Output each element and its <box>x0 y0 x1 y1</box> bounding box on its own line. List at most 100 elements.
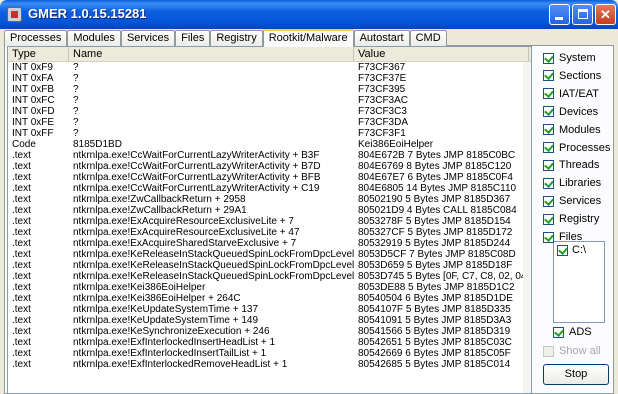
cell-type: .text <box>12 194 31 205</box>
tab-rootkit-malware[interactable]: Rootkit/Malware <box>262 29 354 47</box>
ads-checkbox-box[interactable] <box>553 326 564 338</box>
drives-list[interactable]: C:\ <box>553 241 605 323</box>
option-threads[interactable]: Threads <box>543 158 599 172</box>
table-row[interactable]: .text ntkrnlpa.exe!ExAcquireResourceExclu… <box>8 227 531 238</box>
table-row[interactable]: .text ntkrnlpa.exe!KeSynchronizeExecution… <box>8 326 531 337</box>
option-modules[interactable]: Modules <box>543 123 601 137</box>
table-row[interactable]: .text ntkrnlpa.exe!KeReleaseInStackQueued… <box>8 249 531 260</box>
cell-type: .text <box>12 348 31 359</box>
cell-value: 804E672B 7 Bytes JMP 8185C0BC <box>358 150 516 161</box>
column-header-value[interactable]: Value <box>354 47 529 61</box>
column-header-type[interactable]: Type <box>8 47 69 61</box>
table-row[interactable]: INT 0xFB? F73CF395 <box>8 84 531 95</box>
option-processes[interactable]: Processes <box>543 141 610 155</box>
table-row[interactable]: .text ntkrnlpa.exe!Kei386EoiHelper + 264C… <box>8 293 531 304</box>
option-checkbox[interactable] <box>543 231 554 243</box>
option-checkbox[interactable] <box>543 142 554 153</box>
option-label: Devices <box>559 105 599 118</box>
option-checkbox[interactable] <box>543 177 554 189</box>
cell-value: 80532919 5 Bytes JMP 8185D244 <box>358 238 511 249</box>
table-row[interactable]: .text ntkrnlpa.exe!ExfInterlockedInsertHe… <box>8 337 531 348</box>
tab-processes[interactable]: Processes <box>4 30 68 46</box>
tab-services[interactable]: Services <box>120 30 176 46</box>
scan-options-panel: C:\ ADS Show all Stop System Sections IAT/… <box>538 46 614 394</box>
option-checkbox[interactable] <box>543 52 554 64</box>
table-row[interactable]: INT 0xFE? F73CF3DA <box>8 117 531 128</box>
cell-name: ? <box>73 95 79 106</box>
table-row[interactable]: INT 0xFF? F73CF3F1 <box>8 128 531 139</box>
table-row[interactable]: .text ntkrnlpa.exe!CcWaitForCurrentLazyWr… <box>8 183 531 194</box>
option-libraries[interactable]: Libraries <box>543 176 601 190</box>
cell-name: ? <box>73 128 79 139</box>
close-icon: ✕ <box>600 7 611 22</box>
table-row[interactable]: .text ntkrnlpa.exe!ExAcquireResourceExclu… <box>8 216 531 227</box>
table-row[interactable]: .text ntkrnlpa.exe!ZwCallbackReturn + 295… <box>8 194 531 205</box>
option-checkbox[interactable] <box>543 124 554 136</box>
cell-value: F73CF3AC <box>358 95 409 106</box>
option-files[interactable]: Files <box>543 230 582 244</box>
drive-item[interactable]: C:\ <box>557 244 586 256</box>
tab-modules[interactable]: Modules <box>67 30 121 46</box>
option-devices[interactable]: Devices <box>543 105 598 119</box>
drive-checkbox[interactable] <box>557 244 568 256</box>
cell-value: Kei386EoiHelper <box>358 139 434 150</box>
table-row[interactable]: .text ntkrnlpa.exe!CcWaitForCurrentLazyWr… <box>8 172 531 183</box>
option-checkbox[interactable] <box>543 88 554 100</box>
cell-value: 80542669 6 Bytes JMP 8185C05F <box>358 348 511 359</box>
table-row[interactable]: .text ntkrnlpa.exe!KeReleaseInStackQueued… <box>8 260 531 271</box>
table-row[interactable]: Code 8185D1BD Kei386EoiHelper <box>8 139 531 150</box>
table-row[interactable]: .text ntkrnlpa.exe!KeReleaseInStackQueued… <box>8 271 531 282</box>
cell-name: ntkrnlpa.exe!Kei386EoiHelper <box>73 282 206 293</box>
tab-registry[interactable]: Registry <box>210 30 263 46</box>
cell-name: ntkrnlpa.exe!ExAcquireSharedStarveExclus… <box>73 238 297 249</box>
option-label: Registry <box>559 213 600 226</box>
option-system[interactable]: System <box>543 51 596 65</box>
table-row[interactable]: .text ntkrnlpa.exe!CcWaitForCurrentLazyWr… <box>8 150 531 161</box>
option-checkbox[interactable] <box>543 195 554 207</box>
cell-type: INT 0xFA <box>12 73 54 84</box>
tab-autostart[interactable]: Autostart <box>353 30 410 46</box>
option-services[interactable]: Services <box>543 194 601 208</box>
close-button[interactable]: ✕ <box>595 4 616 25</box>
option-checkbox[interactable] <box>543 106 554 118</box>
cell-name: ntkrnlpa.exe!KeSynchronizeExecution + 24… <box>73 326 270 337</box>
cell-type: INT 0xFD <box>12 106 55 117</box>
show-all-checkbox[interactable]: Show all <box>543 344 601 358</box>
table-row[interactable]: .text ntkrnlpa.exe!Kei386EoiHelper 8053DE8… <box>8 282 531 293</box>
results-list[interactable]: Type Name Value INT 0xF9? F73CF367 INT 0xF… <box>7 46 532 394</box>
option-iat-eat[interactable]: IAT/EAT <box>543 87 599 101</box>
table-row[interactable]: .text ntkrnlpa.exe!KeUpdateSystemTime + 1… <box>8 304 531 315</box>
table-row[interactable]: .text ntkrnlpa.exe!ExfInterlockedInsertTa… <box>8 348 531 359</box>
cell-name: ntkrnlpa.exe!Kei386EoiHelper + 264C <box>73 293 241 304</box>
table-row[interactable]: .text ntkrnlpa.exe!ExfInterlockedRemoveHe… <box>8 359 531 370</box>
option-sections[interactable]: Sections <box>543 69 601 83</box>
minimize-button[interactable] <box>549 4 570 25</box>
cell-type: .text <box>12 227 31 238</box>
table-row[interactable]: .text ntkrnlpa.exe!CcWaitForCurrentLazyWr… <box>8 161 531 172</box>
option-checkbox[interactable] <box>543 159 554 171</box>
option-checkbox[interactable] <box>543 70 554 82</box>
ads-checkbox[interactable]: ADS <box>553 325 592 339</box>
stop-button[interactable]: Stop <box>543 364 609 385</box>
table-row[interactable]: .text ntkrnlpa.exe!ZwCallbackReturn + 29A… <box>8 205 531 216</box>
tab-cmd[interactable]: CMD <box>409 30 447 46</box>
cell-type: .text <box>12 238 31 249</box>
table-row[interactable]: .text ntkrnlpa.exe!ExAcquireSharedStarveE… <box>8 238 531 249</box>
option-checkbox[interactable] <box>543 213 554 225</box>
option-registry[interactable]: Registry <box>543 212 599 226</box>
table-row[interactable]: .text ntkrnlpa.exe!KeUpdateSystemTime + 1… <box>8 315 531 326</box>
cell-name: ? <box>73 62 79 73</box>
table-row[interactable]: INT 0xFA? F73CF37E <box>8 73 531 84</box>
table-row[interactable]: INT 0xF9? F73CF367 <box>8 62 531 73</box>
show-all-checkbox-box[interactable] <box>543 345 554 357</box>
maximize-button[interactable] <box>572 4 593 25</box>
cell-value: 80542685 5 Bytes JMP 8185C014 <box>358 359 511 370</box>
cell-value: 80542651 5 Bytes JMP 8185C03C <box>358 337 512 348</box>
cell-type: .text <box>12 337 31 348</box>
vertical-scrollbar[interactable] <box>523 62 531 393</box>
table-row[interactable]: INT 0xFD? F73CF3C3 <box>8 106 531 117</box>
tab-files[interactable]: Files <box>175 30 211 46</box>
option-label: Files <box>559 231 583 243</box>
column-header-name[interactable]: Name <box>69 47 354 61</box>
table-row[interactable]: INT 0xFC? F73CF3AC <box>8 95 531 106</box>
